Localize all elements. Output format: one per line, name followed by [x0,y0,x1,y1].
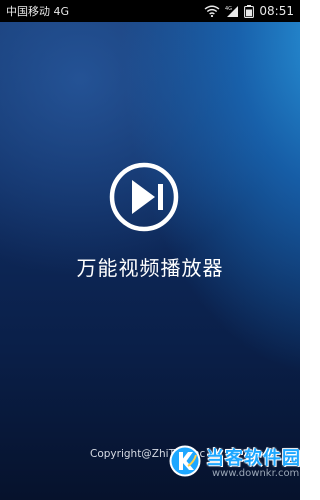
watermark-logo-icon [168,444,202,478]
site-watermark: 当客软件园 www.downkr.com [168,440,300,490]
splash-screen: 中国移动 4G 4G 08:51 万能视频播放器 Copyright@ZhiTu… [0,0,300,500]
network-badge: 4G [225,6,232,12]
status-bar: 中国移动 4G 4G 08:51 [0,0,300,22]
clock: 08:51 [259,4,294,18]
wifi-icon [204,5,220,17]
battery-icon [244,4,255,18]
status-left: 中国移动 4G [6,3,69,19]
play-next-icon [108,161,180,233]
signal-icon: 4G [225,5,239,17]
app-title: 万能视频播放器 [76,256,224,280]
status-right: 4G 08:51 [204,4,294,18]
watermark-url: www.downkr.com [212,468,300,479]
carrier-label: 中国移动 4G [6,5,70,18]
watermark-brand: 当客软件园 [206,448,300,469]
